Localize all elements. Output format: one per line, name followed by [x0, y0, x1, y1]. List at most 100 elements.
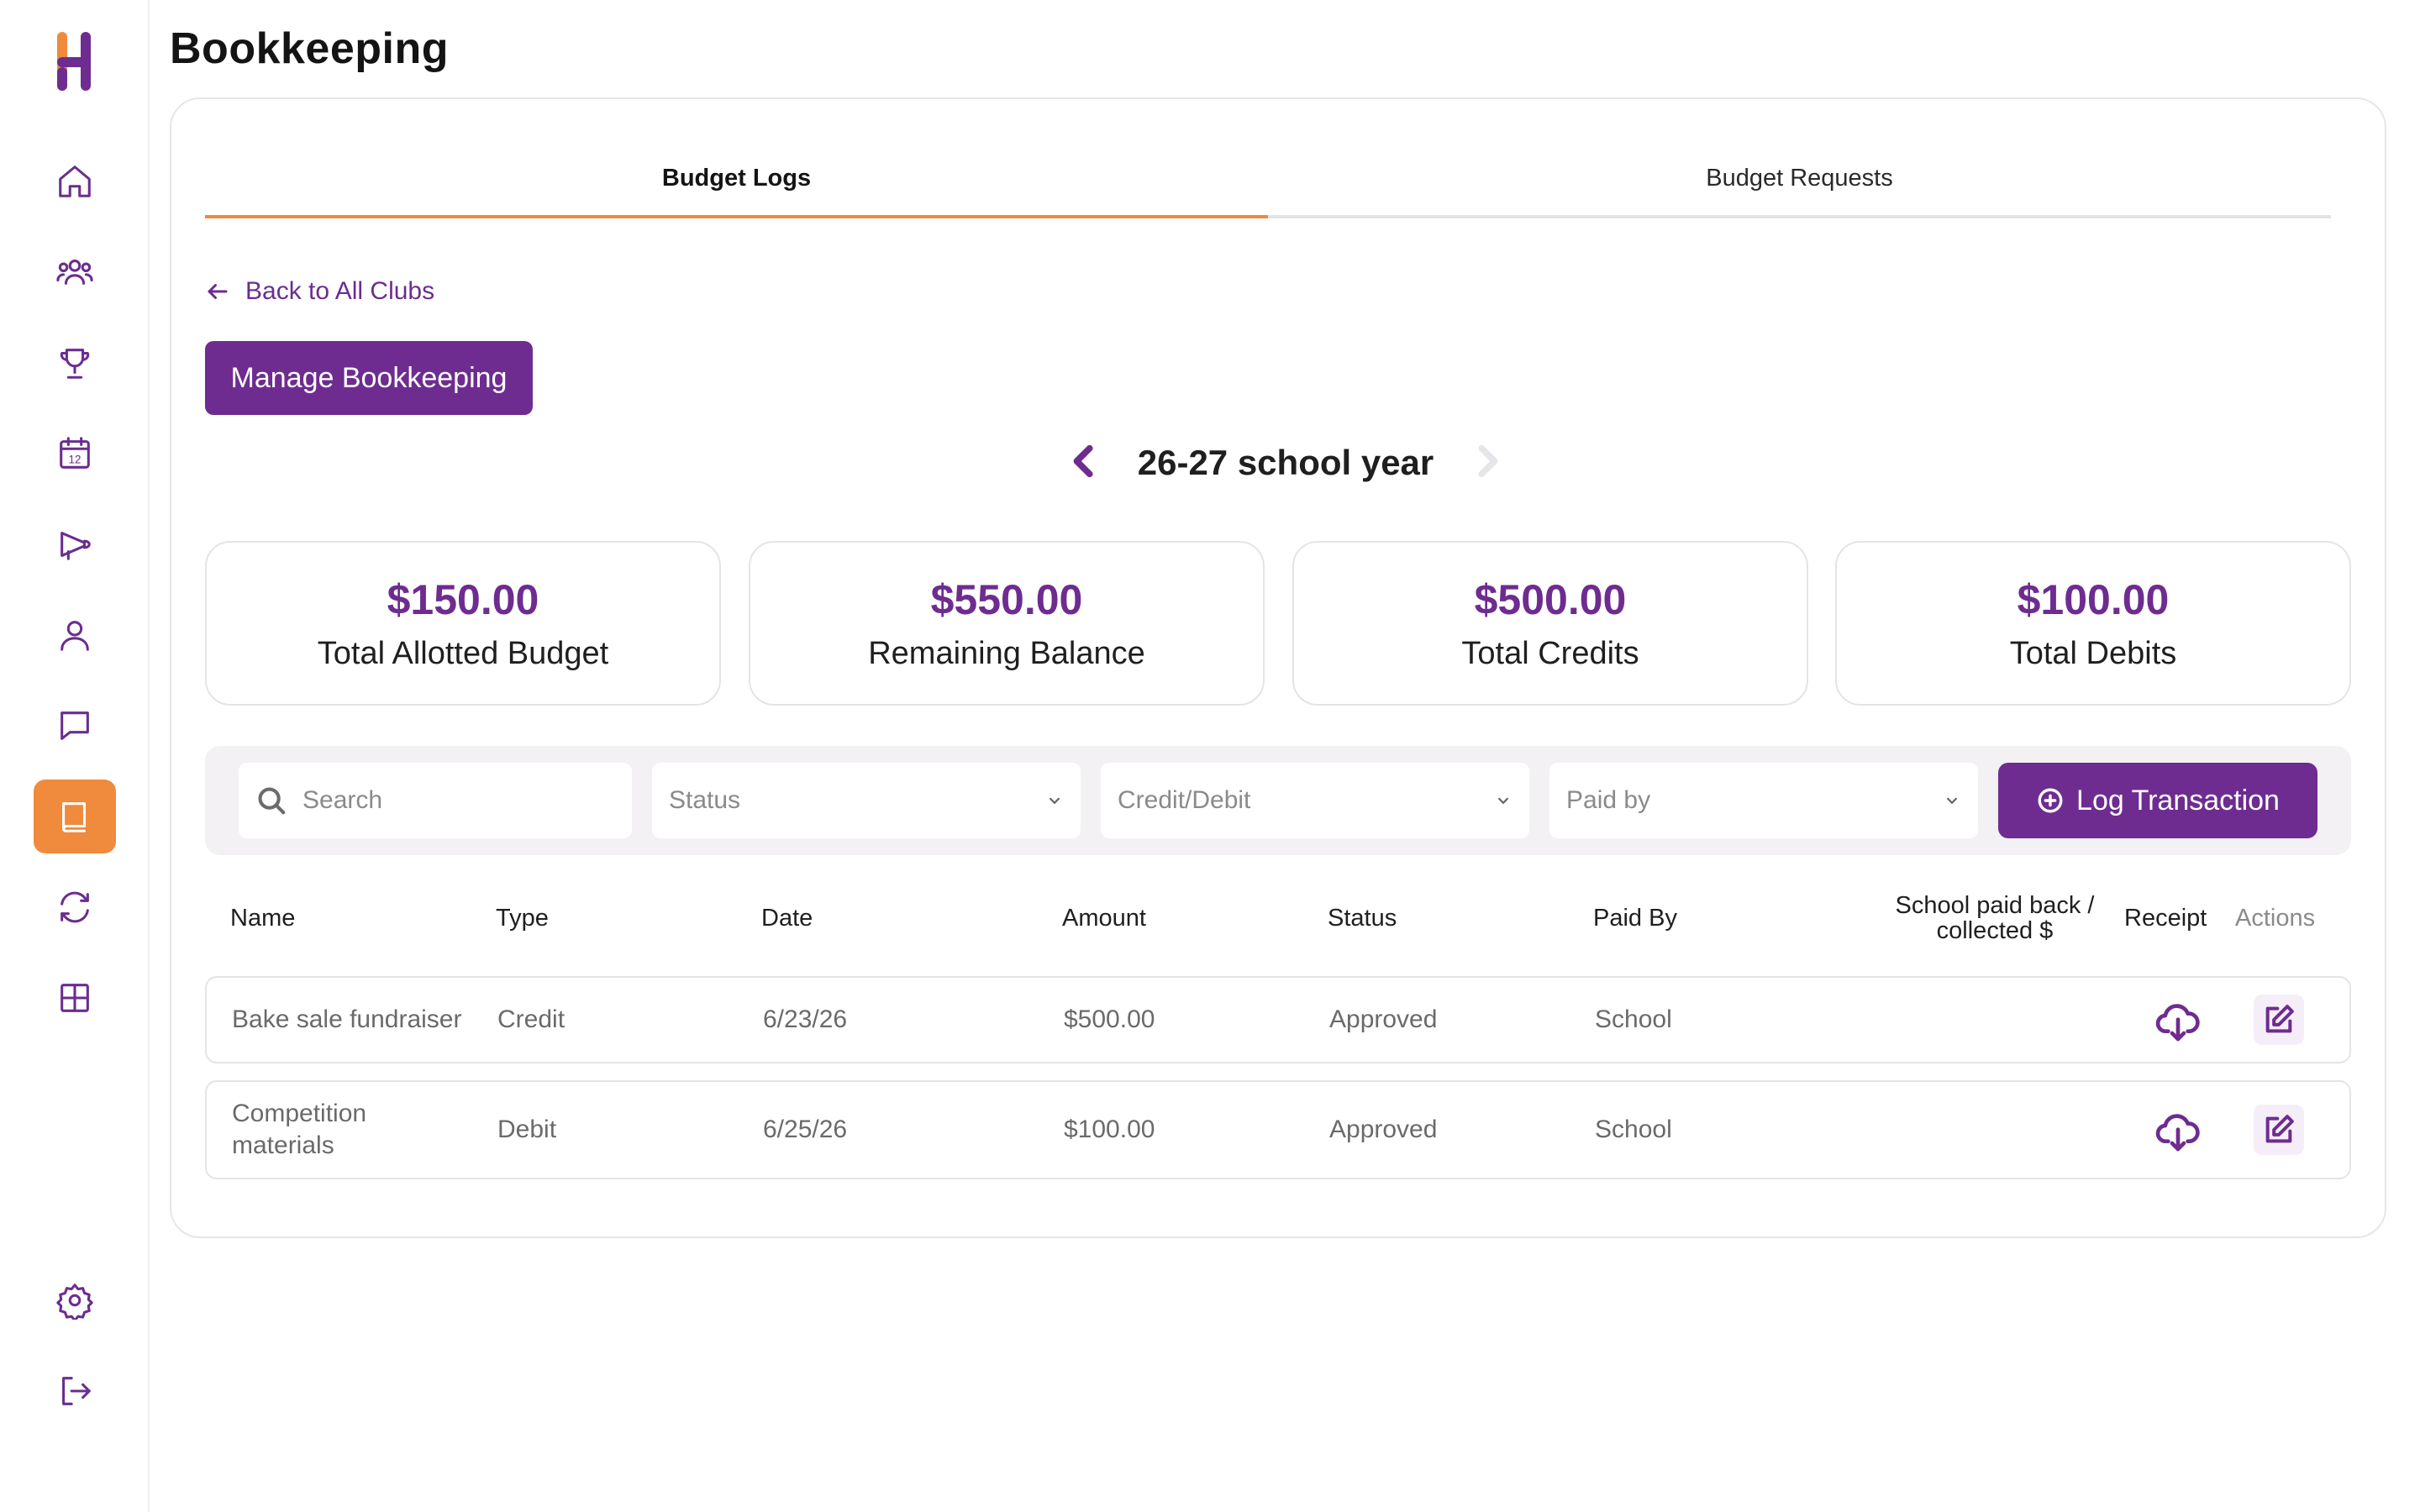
edit-transaction-button[interactable]: [2254, 1105, 2304, 1155]
download-receipt-button[interactable]: [2153, 996, 2203, 1047]
next-year-button[interactable]: [1467, 442, 1506, 485]
sidebar-item-awards[interactable]: [34, 326, 116, 400]
status-filter-value: Status: [669, 786, 741, 814]
search-input[interactable]: [302, 786, 605, 815]
book-icon: [62, 802, 87, 832]
tab-bar: Budget Logs Budget Requests: [205, 156, 2331, 218]
stat-label: Total Credits: [1461, 635, 1639, 671]
chevron-down-icon: [1049, 797, 1060, 805]
chevron-right-icon: [1478, 444, 1498, 477]
chat-icon: [60, 711, 89, 740]
svg-text:12: 12: [69, 454, 82, 466]
chevron-down-icon: [1497, 797, 1509, 805]
download-receipt-button[interactable]: [2153, 1106, 2203, 1157]
members-icon: [56, 260, 93, 285]
plus-circle-icon: [2038, 788, 2063, 813]
stat-value: $150.00: [387, 575, 539, 623]
logout-icon: [62, 1377, 91, 1405]
filter-bar: Status Credit/Debit Paid by Log Transact…: [205, 746, 2351, 855]
sidebar-item-calendar[interactable]: 12: [34, 417, 116, 491]
school-year-label: 26-27 school year: [1137, 443, 1434, 482]
chevron-left-icon: [1073, 444, 1093, 477]
sidebar-item-home[interactable]: [34, 144, 116, 218]
sidebar-item-sync[interactable]: [34, 870, 116, 944]
calendar-icon: 12: [60, 437, 90, 469]
header-line: School paid back /: [1895, 892, 2095, 919]
edit-icon: [2265, 1115, 2294, 1143]
cell-amount: $100.00: [1064, 1116, 1155, 1143]
cell-school-paid: [1879, 978, 2114, 1062]
search-box: [239, 763, 632, 838]
cell-amount: $500.00: [1064, 1005, 1155, 1033]
credit-debit-filter-value: Credit/Debit: [1118, 786, 1251, 814]
cell-name: Bake sale fundraiser: [232, 1005, 462, 1033]
cell-date: 6/25/26: [763, 1116, 848, 1143]
previous-year-button[interactable]: [1065, 442, 1104, 485]
table-row[interactable]: Competition materials Debit 6/25/26 $100…: [205, 1080, 2351, 1179]
edit-icon: [2265, 1005, 2294, 1033]
edit-transaction-button[interactable]: [2254, 995, 2304, 1045]
page-title: Bookkeeping: [170, 24, 449, 73]
stat-card-allotted-budget: $150.00 Total Allotted Budget: [205, 541, 721, 706]
stat-label: Total Debits: [2009, 635, 2177, 671]
column-header-name: Name: [230, 904, 296, 932]
column-header-school-paid-back: School paid back / collected $: [1869, 882, 2121, 954]
cloud-download-icon: [2155, 1004, 2200, 1042]
stat-card-total-credits: $500.00 Total Credits: [1292, 541, 1808, 706]
cell-status: Approved: [1329, 1005, 1438, 1033]
sidebar-item-dashboard[interactable]: [34, 961, 116, 1035]
stat-label: Total Allotted Budget: [317, 635, 609, 671]
app-logo[interactable]: [50, 30, 99, 92]
log-transaction-label: Log Transaction: [2076, 784, 2280, 816]
settings-icon: [56, 1284, 93, 1320]
log-transaction-button[interactable]: Log Transaction: [1998, 763, 2317, 838]
back-to-all-clubs-link[interactable]: Back to All Clubs: [205, 277, 434, 306]
user-icon: [60, 621, 89, 651]
cell-date: 6/23/26: [763, 1005, 848, 1033]
home-icon: [59, 165, 91, 197]
credit-debit-filter-select[interactable]: Credit/Debit: [1101, 763, 1529, 838]
stat-value: $500.00: [1474, 575, 1627, 623]
search-icon: [258, 787, 286, 815]
grid-icon: [60, 984, 89, 1012]
cell-type: Credit: [497, 1005, 566, 1033]
arrow-left-icon: [208, 284, 228, 299]
paid-by-filter-select[interactable]: Paid by: [1549, 763, 1978, 838]
cell-type: Debit: [497, 1116, 557, 1143]
cell-status: Approved: [1329, 1116, 1438, 1143]
cloud-download-icon: [2155, 1114, 2200, 1152]
table-row[interactable]: Bake sale fundraiser Credit 6/23/26 $500…: [205, 976, 2351, 1063]
stat-card-remaining-balance: $550.00 Remaining Balance: [749, 541, 1265, 706]
sidebar: 12: [0, 0, 150, 1512]
cell-school-paid: [1879, 1082, 2114, 1178]
cell-name: Competition materials: [232, 1100, 367, 1159]
year-navigator: 26-27 school year: [1059, 433, 1512, 492]
tab-budget-requests[interactable]: Budget Requests: [1268, 156, 2331, 218]
sync-icon: [60, 891, 89, 923]
cell-paid-by: School: [1595, 1116, 1672, 1143]
sidebar-item-bookkeeping[interactable]: [34, 780, 116, 853]
sidebar-item-settings[interactable]: [34, 1263, 116, 1337]
column-header-actions: Actions: [2235, 904, 2316, 932]
stat-card-total-debits: $100.00 Total Debits: [1835, 541, 2351, 706]
manage-bookkeeping-button[interactable]: Manage Bookkeeping: [205, 341, 533, 415]
megaphone-icon: [60, 532, 91, 560]
tab-budget-logs[interactable]: Budget Logs: [205, 156, 1268, 218]
cell-paid-by: School: [1595, 1005, 1672, 1033]
sidebar-item-members[interactable]: [34, 235, 116, 309]
back-link-label: Back to All Clubs: [245, 277, 435, 305]
header-line: collected $: [1936, 917, 2054, 944]
sidebar-item-logout[interactable]: [34, 1354, 116, 1428]
column-header-type: Type: [496, 904, 549, 932]
column-header-date: Date: [761, 904, 813, 932]
sidebar-item-messages[interactable]: [34, 689, 116, 763]
sidebar-item-announcements[interactable]: [34, 507, 116, 581]
trophy-icon: [60, 349, 90, 379]
column-header-receipt: Receipt: [2124, 904, 2207, 932]
paid-by-filter-value: Paid by: [1566, 786, 1651, 814]
column-header-amount: Amount: [1062, 904, 1146, 932]
stat-value: $100.00: [2017, 575, 2170, 623]
column-header-paid-by: Paid By: [1593, 904, 1677, 932]
sidebar-item-profile[interactable]: [34, 598, 116, 672]
status-filter-select[interactable]: Status: [652, 763, 1081, 838]
